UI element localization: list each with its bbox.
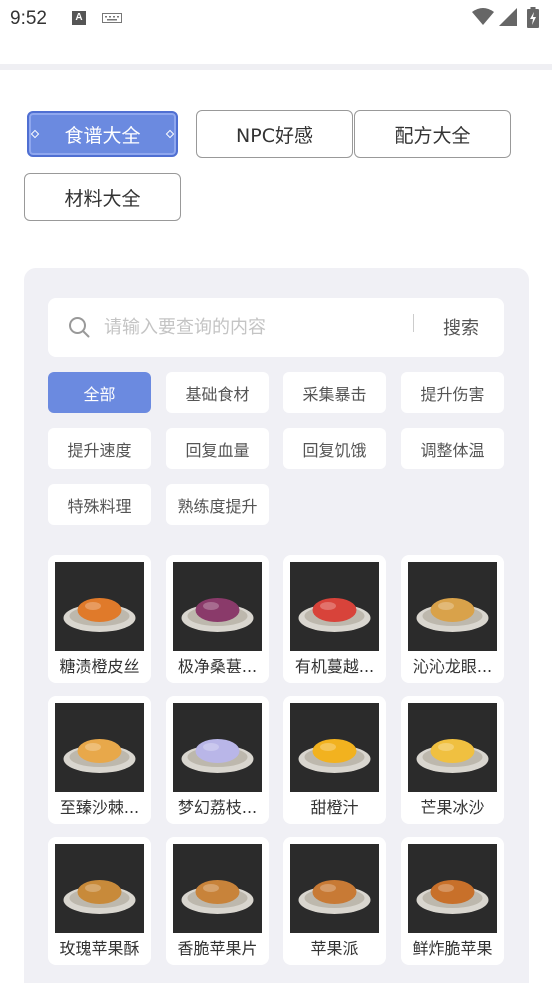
- recipe-image: [290, 844, 379, 933]
- recipe-image: [173, 844, 262, 933]
- diamond-decoration-icon: [30, 129, 40, 139]
- search-input[interactable]: [104, 308, 404, 346]
- diamond-decoration-icon: [165, 129, 175, 139]
- recipe-image: [55, 562, 144, 651]
- wifi-icon: [472, 8, 494, 25]
- recipe-name: 糖渍橙皮丝: [59, 657, 140, 676]
- search-icon: [69, 317, 90, 338]
- text-input-icon: A: [72, 11, 86, 25]
- tab-formulas[interactable]: 配方大全: [354, 110, 511, 158]
- recipe-name: 极净桑葚...: [177, 657, 258, 676]
- recipe-name: 苹果派: [310, 939, 359, 958]
- recipe-card[interactable]: 至臻沙棘...: [48, 696, 151, 824]
- recipe-name: 有机蔓越...: [294, 657, 375, 676]
- filter-speed-boost[interactable]: 提升速度: [48, 428, 151, 469]
- signal-icon: [499, 8, 517, 26]
- recipe-card[interactable]: 玫瑰苹果酥: [48, 837, 151, 965]
- filter-restore-hunger[interactable]: 回复饥饿: [283, 428, 386, 469]
- recipe-card[interactable]: 鲜炸脆苹果: [401, 837, 504, 965]
- food-illustration-icon: [55, 703, 144, 792]
- food-illustration-icon: [173, 844, 262, 933]
- recipe-card[interactable]: 梦幻荔枝...: [166, 696, 269, 824]
- tab-label: 食谱大全: [64, 124, 141, 147]
- recipe-name: 芒果冰沙: [420, 798, 485, 817]
- tab-label: NPC好感: [236, 124, 313, 147]
- recipe-card[interactable]: 糖渍橙皮丝: [48, 555, 151, 683]
- recipe-image: [173, 562, 262, 651]
- recipe-image: [55, 844, 144, 933]
- keyboard-icon: [102, 13, 122, 23]
- filter-gathering-crit[interactable]: 采集暴击: [283, 372, 386, 413]
- filter-special-dishes[interactable]: 特殊料理: [48, 484, 151, 525]
- food-illustration-icon: [173, 703, 262, 792]
- recipe-image: [408, 844, 497, 933]
- food-illustration-icon: [55, 562, 144, 651]
- filter-restore-health[interactable]: 回复血量: [166, 428, 269, 469]
- status-bar: 9:52 A: [0, 0, 552, 40]
- recipe-image: [55, 703, 144, 792]
- food-illustration-icon: [173, 562, 262, 651]
- filter-adjust-temperature[interactable]: 调整体温: [401, 428, 504, 469]
- recipe-card[interactable]: 沁沁龙眼...: [401, 555, 504, 683]
- food-illustration-icon: [408, 562, 497, 651]
- status-time: 9:52: [10, 8, 47, 29]
- tab-materials[interactable]: 材料大全: [24, 173, 181, 221]
- recipe-name: 沁沁龙眼...: [412, 657, 493, 676]
- food-illustration-icon: [408, 844, 497, 933]
- recipe-name: 至臻沙棘...: [59, 798, 140, 817]
- food-illustration-icon: [290, 703, 379, 792]
- recipe-card[interactable]: 香脆苹果片: [166, 837, 269, 965]
- filter-all[interactable]: 全部: [48, 372, 151, 413]
- recipe-card[interactable]: 甜橙汁: [283, 696, 386, 824]
- filter-proficiency-boost[interactable]: 熟练度提升: [166, 484, 269, 525]
- food-illustration-icon: [290, 844, 379, 933]
- filter-basic-ingredients[interactable]: 基础食材: [166, 372, 269, 413]
- battery-charging-icon: [527, 7, 539, 28]
- recipe-image: [408, 703, 497, 792]
- search-separator: [413, 314, 414, 332]
- food-illustration-icon: [408, 703, 497, 792]
- recipe-card[interactable]: 芒果冰沙: [401, 696, 504, 824]
- recipe-image: [290, 562, 379, 651]
- recipe-name: 玫瑰苹果酥: [59, 939, 140, 958]
- tab-label: 配方大全: [394, 124, 471, 147]
- recipe-card[interactable]: 极净桑葚...: [166, 555, 269, 683]
- recipe-name: 鲜炸脆苹果: [412, 939, 493, 958]
- recipe-card[interactable]: 苹果派: [283, 837, 386, 965]
- tab-npc-affinity[interactable]: NPC好感: [196, 110, 353, 158]
- recipe-name: 香脆苹果片: [177, 939, 258, 958]
- food-illustration-icon: [55, 844, 144, 933]
- food-illustration-icon: [290, 562, 379, 651]
- header-divider: [0, 64, 552, 70]
- recipe-name: 甜橙汁: [310, 798, 359, 817]
- tab-label: 材料大全: [64, 187, 141, 210]
- recipe-name: 梦幻荔枝...: [177, 798, 258, 817]
- recipe-card[interactable]: 有机蔓越...: [283, 555, 386, 683]
- filter-damage-boost[interactable]: 提升伤害: [401, 372, 504, 413]
- search-box: 搜索: [48, 298, 504, 357]
- tab-recipes[interactable]: 食谱大全: [27, 111, 178, 157]
- recipe-image: [408, 562, 497, 651]
- search-button[interactable]: 搜索: [428, 308, 494, 346]
- recipe-image: [173, 703, 262, 792]
- recipe-image: [290, 703, 379, 792]
